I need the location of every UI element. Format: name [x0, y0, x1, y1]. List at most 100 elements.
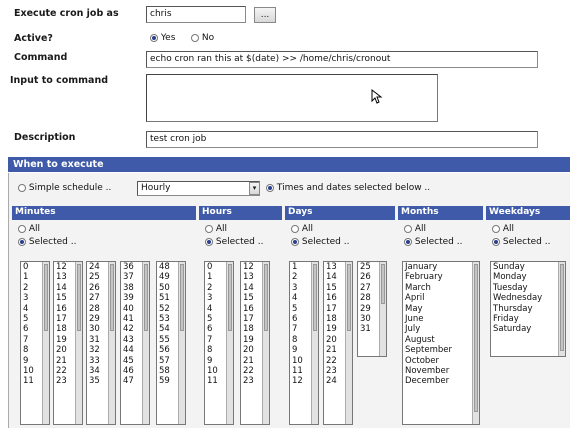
minutes-selected-option[interactable]: Selected ..	[18, 237, 76, 247]
list-item[interactable]: Friday	[491, 314, 565, 324]
days-header: Days	[285, 206, 395, 220]
scrollbar[interactable]	[75, 262, 82, 424]
days-list-3[interactable]: 25 26 27 28 29 30 31	[357, 261, 387, 357]
scrollbar[interactable]	[379, 262, 386, 356]
user-picker-button[interactable]: ...	[254, 7, 276, 23]
list-item[interactable]: November	[403, 366, 479, 376]
active-yes-option[interactable]: Yes	[150, 33, 175, 43]
list-item[interactable]: Tuesday	[491, 283, 565, 293]
list-item[interactable]: June	[403, 314, 479, 324]
days-all-label: All	[301, 224, 314, 234]
scrollbar[interactable]	[142, 262, 149, 424]
days-list-1[interactable]: 1 2 3 4 5 6 7 8 9 10 11 12	[289, 261, 319, 425]
simple-schedule-radio[interactable]	[18, 183, 26, 192]
active-no-radio[interactable]	[191, 33, 199, 42]
list-item[interactable]: Saturday	[491, 324, 565, 334]
list-item[interactable]: January	[403, 262, 479, 272]
times-dates-option[interactable]: Times and dates selected below ..	[266, 183, 430, 193]
months-selected-label: Selected ..	[414, 237, 463, 247]
minutes-list-3[interactable]: 24 25 26 27 28 29 30 31 32 33 34 35	[86, 261, 116, 425]
list-item[interactable]: February	[403, 272, 479, 282]
weekdays-all-option[interactable]: All	[492, 224, 514, 234]
hours-header: Hours	[199, 206, 282, 220]
command-label: Command	[14, 52, 68, 63]
minutes-list-4[interactable]: 36 37 38 39 40 41 42 43 44 45 46 47	[120, 261, 150, 425]
scrollbar[interactable]	[178, 262, 185, 424]
weekdays-list[interactable]: Sunday Monday Tuesday Wednesday Thursday Frid…	[490, 261, 566, 357]
scrollbar[interactable]	[558, 262, 565, 356]
days-all-radio[interactable]	[291, 224, 299, 233]
minutes-selected-radio[interactable]	[18, 237, 26, 246]
minutes-list-1[interactable]: 0 1 2 3 4 5 6 7 8 9 10 11	[20, 261, 50, 425]
months-all-label: All	[414, 224, 427, 234]
hours-list-2[interactable]: 12 13 14 15 16 17 18 19 20 21 22 23	[240, 261, 270, 425]
list-item[interactable]: August	[403, 335, 479, 345]
run-as-field[interactable]: chris	[146, 6, 246, 23]
hours-all-radio[interactable]	[205, 224, 213, 233]
input-textarea[interactable]	[146, 74, 438, 122]
active-no-label: No	[201, 33, 215, 43]
active-yes-label: Yes	[160, 33, 176, 43]
list-item[interactable]: Thursday	[491, 304, 565, 314]
simple-schedule-option[interactable]: Simple schedule ..	[18, 183, 111, 193]
scrollbar[interactable]	[311, 262, 318, 424]
when-to-execute-header: When to execute	[8, 157, 570, 172]
days-selected-radio[interactable]	[291, 237, 299, 246]
days-selected-label: Selected ..	[301, 237, 350, 247]
active-yes-radio[interactable]	[150, 33, 158, 42]
list-item[interactable]: Monday	[491, 272, 565, 282]
description-field[interactable]: test cron job	[146, 131, 538, 148]
list-item[interactable]: October	[403, 356, 479, 366]
hours-all-option[interactable]: All	[205, 224, 227, 234]
times-dates-label: Times and dates selected below ..	[276, 183, 431, 193]
list-item[interactable]: December	[403, 376, 479, 386]
scrollbar[interactable]	[226, 262, 233, 424]
hours-selected-option[interactable]: Selected ..	[205, 237, 263, 247]
hours-list-1[interactable]: 0 1 2 3 4 5 6 7 8 9 10 11	[204, 261, 234, 425]
hours-all-label: All	[215, 224, 228, 234]
simple-schedule-value: Hourly	[141, 183, 171, 193]
scrollbar[interactable]	[42, 262, 49, 424]
minutes-all-label: All	[28, 224, 41, 234]
active-no-option[interactable]: No	[191, 33, 214, 43]
weekdays-selected-radio[interactable]	[492, 237, 500, 246]
list-item[interactable]: July	[403, 324, 479, 334]
minutes-all-option[interactable]: All	[18, 224, 40, 234]
weekdays-selected-label: Selected ..	[502, 237, 551, 247]
months-all-radio[interactable]	[404, 224, 412, 233]
weekdays-all-radio[interactable]	[492, 224, 500, 233]
days-all-option[interactable]: All	[291, 224, 313, 234]
text-cursor-icon	[371, 88, 383, 108]
hours-selected-label: Selected ..	[215, 237, 264, 247]
days-list-2[interactable]: 13 14 15 16 17 18 19 20 21 22 23 24	[323, 261, 353, 425]
weekdays-selected-option[interactable]: Selected ..	[492, 237, 550, 247]
scrollbar[interactable]	[262, 262, 269, 424]
simple-schedule-label: Simple schedule ..	[28, 183, 112, 193]
minutes-header: Minutes	[12, 206, 196, 220]
list-item[interactable]: April	[403, 293, 479, 303]
hours-selected-radio[interactable]	[205, 237, 213, 246]
minutes-list-2[interactable]: 12 13 14 15 16 17 18 19 20 21 22 23	[53, 261, 83, 425]
scrollbar[interactable]	[108, 262, 115, 424]
list-item[interactable]: Sunday	[491, 262, 565, 272]
list-item[interactable]: May	[403, 304, 479, 314]
weekdays-all-label: All	[502, 224, 515, 234]
times-dates-radio[interactable]	[266, 183, 274, 192]
description-label: Description	[14, 132, 76, 143]
command-field[interactable]: echo cron ran this at $(date) >> /home/c…	[146, 51, 538, 68]
scrollbar[interactable]	[345, 262, 352, 424]
months-list[interactable]: January February March April May June July Augu…	[402, 261, 480, 425]
list-item[interactable]: March	[403, 283, 479, 293]
minutes-list-5[interactable]: 48 49 50 51 52 53 54 55 56 57 58 59	[156, 261, 186, 425]
days-selected-option[interactable]: Selected ..	[291, 237, 349, 247]
months-selected-option[interactable]: Selected ..	[404, 237, 462, 247]
list-item[interactable]: September	[403, 345, 479, 355]
months-all-option[interactable]: All	[404, 224, 426, 234]
list-item[interactable]: Wednesday	[491, 293, 565, 303]
scrollbar[interactable]	[472, 262, 479, 424]
months-selected-radio[interactable]	[404, 237, 412, 246]
chevron-down-icon[interactable]: ▾	[249, 182, 260, 195]
minutes-all-radio[interactable]	[18, 224, 26, 233]
minutes-selected-label: Selected ..	[28, 237, 77, 247]
simple-schedule-select[interactable]: Hourly	[137, 181, 260, 196]
